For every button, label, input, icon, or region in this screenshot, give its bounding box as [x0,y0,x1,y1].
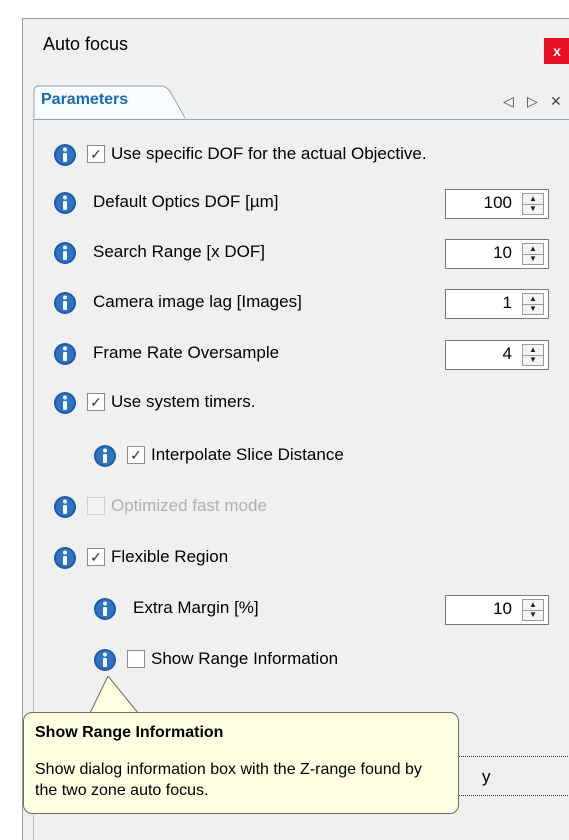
checkbox-row: ✓ Flexible Region [23,544,569,572]
checkbox-row: Show Range Information [23,646,569,674]
checkbox [87,497,105,515]
checkbox-label: Optimized fast mode [111,496,267,515]
spin-row: Default Optics DOF [µm] 100 ▲ ▼ [23,189,569,219]
spin-down-arrow-icon[interactable]: ▼ [523,304,543,314]
numeric-spin-field[interactable]: 10 ▲ ▼ [445,239,549,269]
tooltip-pointer [89,676,140,716]
spin-row: Frame Rate Oversample 4 ▲ ▼ [23,340,569,370]
checkbox[interactable] [127,650,145,668]
info-icon[interactable] [53,191,77,215]
info-icon[interactable] [53,143,77,167]
spin-label: Camera image lag [Images] [93,292,302,311]
checkbox-row: ✓ Interpolate Slice Distance [23,442,569,470]
spin-down-arrow-icon[interactable]: ▼ [523,204,543,214]
checkbox[interactable]: ✓ [127,446,145,464]
check-icon: ✓ [90,549,102,565]
spin-label: Extra Margin [%] [133,598,259,617]
ok-button-label: y [482,767,491,786]
ok-button[interactable]: y [453,756,569,796]
numeric-spin-field[interactable]: 1 ▲ ▼ [445,289,549,319]
spin-value[interactable]: 10 [446,243,512,263]
spin-label: Frame Rate Oversample [93,343,280,362]
window-title: Auto focus [43,34,129,54]
spin-value[interactable]: 4 [446,344,512,364]
check-icon: ✓ [90,146,102,162]
spin-value[interactable]: 100 [446,193,512,213]
tooltip-body: Show dialog information box with the Z-r… [35,761,422,799]
numeric-spin-field[interactable]: 100 ▲ ▼ [445,189,549,219]
close-icon: x [553,43,561,59]
checkbox-row: ✓ Use system timers. [23,389,569,417]
spin-label: Search Range [x DOF] [93,242,265,261]
check-icon: ✓ [90,394,102,410]
info-icon[interactable] [53,495,77,519]
info-icon[interactable] [93,597,117,621]
spin-buttons[interactable]: ▲ ▼ [522,599,544,621]
spin-buttons[interactable]: ▲ ▼ [522,193,544,215]
spin-label: Default Optics DOF [µm] [93,192,279,211]
tab-label: Parameters [41,91,129,108]
tooltip: Show Range Information Show dialog infor… [23,712,459,814]
spin-buttons[interactable]: ▲ ▼ [522,344,544,366]
spin-value[interactable]: 1 [446,293,512,313]
scroll-right-icon[interactable]: ▷ [527,93,538,110]
spin-row: Camera image lag [Images] 1 ▲ ▼ [23,289,569,319]
checkbox[interactable]: ✓ [87,548,105,566]
info-icon[interactable] [93,648,117,672]
spin-down-arrow-icon[interactable]: ▼ [523,355,543,365]
checkbox-label: Show Range Information [151,649,339,668]
spin-down-arrow-icon[interactable]: ▼ [523,254,543,264]
tab-parameters[interactable]: Parameters [33,85,193,119]
checkbox-label: Use specific DOF for the actual Objectiv… [111,144,427,163]
scroll-left-icon[interactable]: ◁ [503,93,514,110]
checkbox-row: ✓ Use specific DOF for the actual Objecti… [23,141,569,169]
spin-buttons[interactable]: ▲ ▼ [522,243,544,265]
close-button[interactable]: x [544,38,569,64]
checkbox[interactable]: ✓ [87,393,105,411]
checkbox-label: Use system timers. [111,392,256,411]
numeric-spin-field[interactable]: 10 ▲ ▼ [445,595,549,625]
spin-value[interactable]: 10 [446,599,512,619]
check-icon: ✓ [130,447,142,463]
checkbox-label: Flexible Region [111,547,229,566]
spin-buttons[interactable]: ▲ ▼ [522,293,544,315]
spin-down-arrow-icon[interactable]: ▼ [523,610,543,620]
info-icon[interactable] [53,342,77,366]
info-icon[interactable] [53,546,77,570]
info-icon[interactable] [53,391,77,415]
tab-strip: Parameters ◁ ▷ ✕ [33,81,569,120]
tooltip-title: Show Range Information [35,724,224,741]
checkbox[interactable]: ✓ [87,145,105,163]
spin-row: Extra Margin [%] 10 ▲ ▼ [23,595,569,625]
info-icon[interactable] [53,291,77,315]
checkbox-label: Interpolate Slice Distance [151,445,344,464]
title-bar[interactable]: Auto focus x [23,19,569,67]
spin-row: Search Range [x DOF] 10 ▲ ▼ [23,239,569,269]
checkbox-row: Optimized fast mode [23,493,569,521]
info-icon[interactable] [53,241,77,265]
info-icon[interactable] [93,444,117,468]
numeric-spin-field[interactable]: 4 ▲ ▼ [445,340,549,370]
close-tab-icon[interactable]: ✕ [550,93,562,110]
